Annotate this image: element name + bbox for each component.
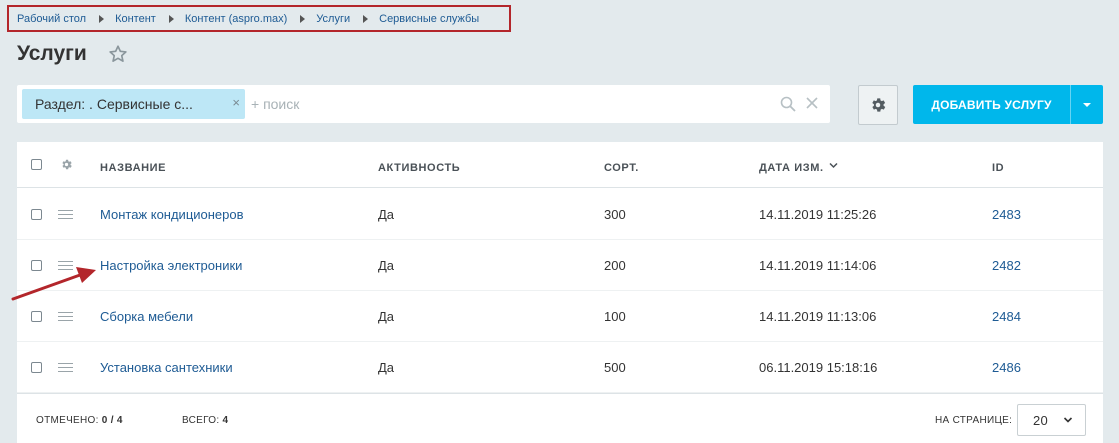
filter-search-bar[interactable]: Раздел: . Сервисные с... × + поиск [17, 85, 830, 123]
page-title: Услуги [17, 42, 87, 65]
row-id-link[interactable]: 2482 [992, 258, 1021, 273]
row-date: 14.11.2019 11:13:06 [759, 309, 877, 324]
annotation-arrow-icon [11, 267, 96, 301]
selected-label: ОТМЕЧЕНО: [36, 415, 99, 426]
total-value: 4 [222, 415, 229, 426]
breadcrumb: Рабочий стол Контент Контент (aspro.max)… [7, 5, 511, 32]
row-id-link[interactable]: 2486 [992, 360, 1021, 375]
search-icon[interactable] [780, 96, 796, 112]
column-header-active[interactable]: АКТИВНОСТЬ [378, 162, 460, 174]
row-sort: 200 [604, 258, 626, 273]
total-count: ВСЕГО: 4 [182, 415, 228, 426]
row-name-link[interactable]: Сборка мебели [100, 309, 193, 324]
breadcrumb-separator-icon [168, 14, 174, 23]
row-checkbox[interactable] [31, 362, 42, 373]
settings-button[interactable] [858, 85, 898, 125]
add-service-dropdown-button[interactable] [1071, 102, 1103, 107]
table-row[interactable]: Установка сантехники Да 500 06.11.2019 1… [17, 342, 1103, 393]
row-date: 14.11.2019 11:14:06 [759, 258, 877, 273]
clear-icon[interactable] [805, 96, 819, 110]
breadcrumb-separator-icon [99, 14, 105, 23]
drag-handle-icon[interactable] [58, 312, 73, 322]
grid-header: НАЗВАНИЕ АКТИВНОСТЬ СОРТ. ДАТА ИЗМ. ID [17, 142, 1103, 188]
table-row[interactable]: Монтаж кондиционеров Да 300 14.11.2019 1… [17, 189, 1103, 240]
column-settings-gear-icon[interactable] [60, 158, 73, 171]
column-header-date[interactable]: ДАТА ИЗМ. [759, 162, 824, 174]
column-header-name[interactable]: НАЗВАНИЕ [100, 162, 166, 174]
breadcrumb-item-services[interactable]: Услуги [316, 13, 350, 25]
selected-value: 0 / 4 [101, 415, 123, 426]
grid-footer: ОТМЕЧЕНО: 0 / 4 ВСЕГО: 4 НА СТРАНИЦЕ: 20 [17, 393, 1103, 443]
per-page-label: НА СТРАНИЦЕ: [935, 415, 1013, 426]
row-date: 14.11.2019 11:25:26 [759, 207, 877, 222]
sort-desc-icon[interactable] [829, 162, 838, 169]
row-sort: 300 [604, 207, 626, 222]
filter-tag-close-icon[interactable]: × [232, 95, 240, 110]
breadcrumb-item-content[interactable]: Контент [115, 13, 156, 25]
per-page-select[interactable]: 20 [1017, 404, 1086, 436]
drag-handle-icon[interactable] [58, 363, 73, 373]
add-service-button[interactable]: ДОБАВИТЬ УСЛУГУ [913, 85, 1103, 124]
breadcrumb-item-desktop[interactable]: Рабочий стол [17, 13, 86, 25]
star-icon[interactable] [107, 43, 129, 65]
row-sort: 100 [604, 309, 626, 324]
search-input[interactable]: + поиск [251, 96, 299, 112]
row-active: Да [378, 360, 395, 375]
add-service-label: ДОБАВИТЬ УСЛУГУ [931, 97, 1052, 112]
selected-count: ОТМЕЧЕНО: 0 / 4 [36, 415, 123, 426]
row-checkbox[interactable] [31, 311, 42, 322]
total-label: ВСЕГО: [182, 415, 220, 426]
table-row[interactable]: Сборка мебели Да 100 14.11.2019 11:13:06… [17, 291, 1103, 342]
chevron-down-icon [1063, 417, 1073, 423]
row-active: Да [378, 309, 395, 324]
filter-tag-label: Раздел: . Сервисные с... [35, 96, 193, 112]
gear-icon [872, 98, 886, 112]
breadcrumb-separator-icon [363, 14, 369, 23]
breadcrumb-item-content-aspro[interactable]: Контент (aspro.max) [185, 13, 287, 25]
row-name-link[interactable]: Настройка электроники [100, 258, 242, 273]
filter-tag-section[interactable]: Раздел: . Сервисные с... × [22, 89, 245, 119]
table-row[interactable]: Настройка электроники Да 200 14.11.2019 … [17, 240, 1103, 291]
column-header-id[interactable]: ID [992, 162, 1004, 174]
row-name-link[interactable]: Установка сантехники [100, 360, 233, 375]
select-all-checkbox[interactable] [31, 159, 42, 170]
row-id-link[interactable]: 2483 [992, 207, 1021, 222]
row-id-link[interactable]: 2484 [992, 309, 1021, 324]
row-active: Да [378, 207, 395, 222]
row-active: Да [378, 258, 395, 273]
chevron-down-icon [1083, 102, 1091, 107]
row-sort: 500 [604, 360, 626, 375]
drag-handle-icon[interactable] [58, 210, 73, 220]
per-page-value: 20 [1033, 412, 1049, 428]
services-grid: НАЗВАНИЕ АКТИВНОСТЬ СОРТ. ДАТА ИЗМ. ID М… [17, 142, 1103, 443]
column-header-sort[interactable]: СОРТ. [604, 162, 639, 174]
breadcrumb-item-service-departments[interactable]: Сервисные службы [379, 13, 479, 25]
row-checkbox[interactable] [31, 209, 42, 220]
row-date: 06.11.2019 15:18:16 [759, 360, 878, 375]
row-name-link[interactable]: Монтаж кондиционеров [100, 207, 244, 222]
breadcrumb-separator-icon [300, 14, 306, 23]
